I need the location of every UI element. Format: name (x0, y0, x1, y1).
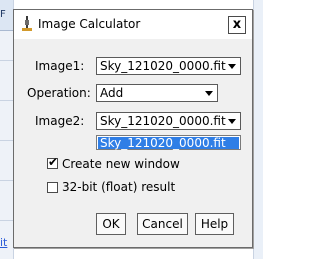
image1-label: Image1: (35, 59, 85, 73)
create-new-window-label: Create new window (62, 157, 180, 171)
image1-value: Sky_121020_0000.fit (100, 59, 226, 73)
background-divider (0, 180, 13, 181)
chevron-down-icon (228, 119, 236, 124)
background-window-right (253, 0, 263, 259)
close-icon: x (232, 17, 242, 32)
close-button[interactable]: x (228, 16, 246, 34)
image1-select[interactable]: Sky_121020_0000.fit (96, 57, 241, 75)
background-divider (0, 60, 13, 61)
operation-value: Add (100, 86, 124, 100)
background-divider (0, 140, 13, 141)
help-button[interactable]: Help (195, 213, 234, 235)
background-tab: F (0, 0, 13, 31)
operation-select[interactable]: Add (96, 84, 218, 102)
ok-button[interactable]: OK (96, 213, 126, 235)
background-divider (0, 220, 13, 221)
image2-dropdown-option[interactable]: Sky_121020_0000.fit (98, 137, 239, 149)
dialog-titlebar[interactable]: Image Calculator x (14, 10, 252, 39)
checkmark-icon: ✔ (48, 155, 59, 169)
background-link[interactable]: it (0, 236, 12, 249)
chevron-down-icon (228, 64, 236, 69)
float-result-checkbox[interactable] (47, 182, 58, 193)
image-calculator-dialog: Image Calculator x Image1: Sky_121020_00… (13, 9, 253, 248)
image2-dropdown-list: Sky_121020_0000.fit (96, 135, 241, 150)
background-tab-label: F (0, 9, 6, 20)
microscope-icon (22, 16, 32, 31)
image2-label: Image2: (35, 114, 85, 128)
float-result-label: 32-bit (float) result (62, 180, 176, 194)
chevron-down-icon (205, 91, 213, 96)
image2-select[interactable]: Sky_121020_0000.fit (96, 112, 241, 130)
background-divider (0, 100, 13, 101)
image2-value: Sky_121020_0000.fit (100, 114, 226, 128)
operation-label: Operation: (27, 86, 91, 100)
create-new-window-checkbox[interactable]: ✔ (47, 155, 59, 169)
cancel-button[interactable]: Cancel (137, 213, 188, 235)
dialog-title: Image Calculator (38, 17, 141, 31)
